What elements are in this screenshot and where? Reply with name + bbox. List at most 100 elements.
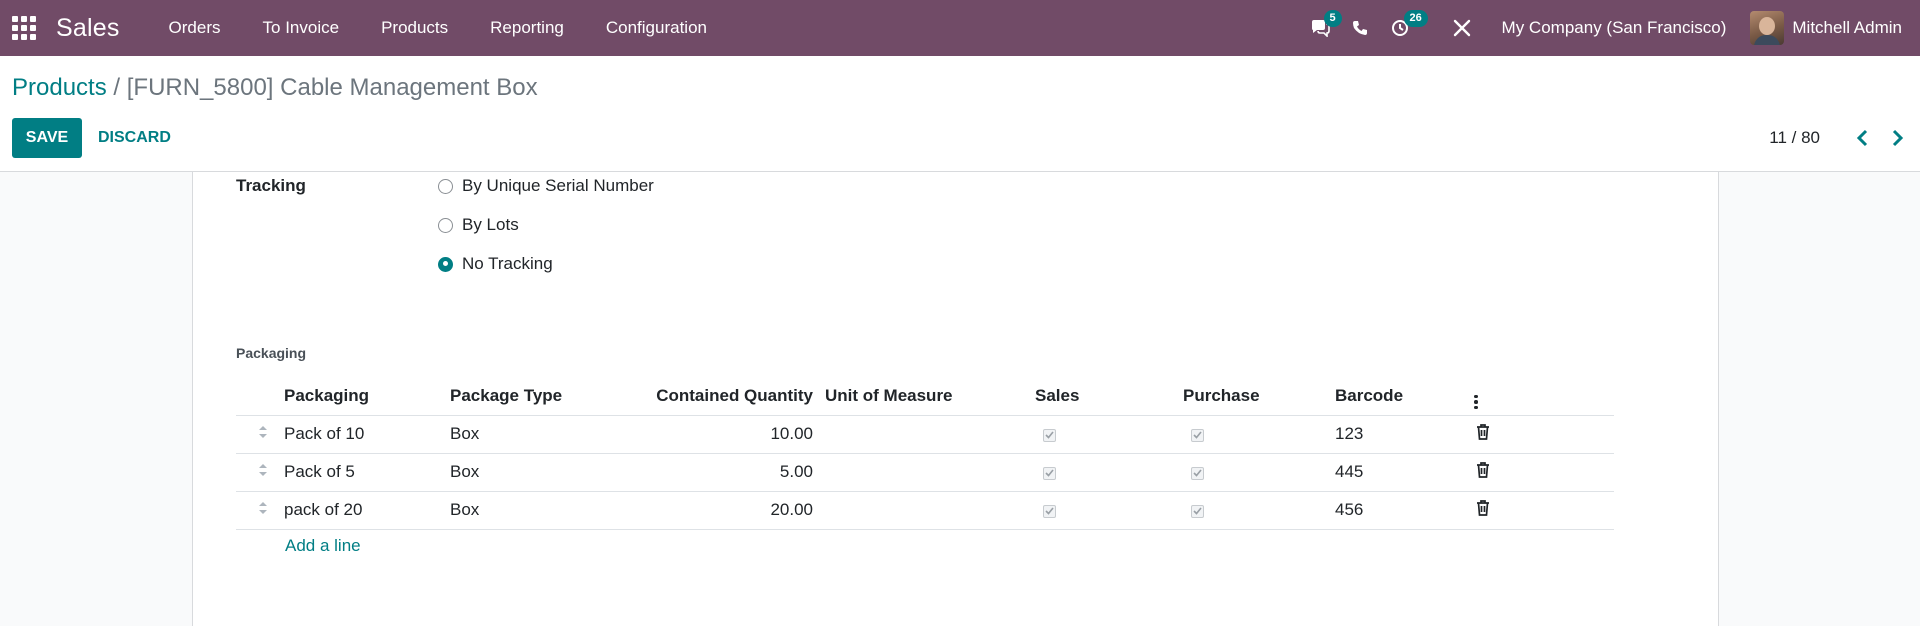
- form-content: Tracking By Unique Serial Number By Lots…: [0, 172, 1920, 626]
- sales-checkbox[interactable]: [1043, 428, 1056, 442]
- column-unit-of-measure[interactable]: Unit of Measure: [819, 378, 1029, 416]
- sales-checkbox[interactable]: [1043, 504, 1056, 518]
- trash-icon[interactable]: [1476, 423, 1490, 440]
- menu-configuration[interactable]: Configuration: [585, 0, 728, 56]
- purchase-cell: [1177, 415, 1329, 454]
- tracking-option-lots-label: By Lots: [462, 215, 519, 234]
- tracking-option-none[interactable]: No Tracking: [438, 254, 553, 274]
- uom-cell[interactable]: [819, 491, 1029, 530]
- table-row[interactable]: Pack of 10 Box 10.00 123: [236, 415, 1614, 454]
- delete-cell: [1464, 453, 1614, 492]
- column-packaging[interactable]: Packaging: [278, 378, 444, 416]
- user-avatar: [1750, 11, 1785, 45]
- user-menu[interactable]: Mitchell Admin: [1750, 11, 1920, 45]
- uom-cell[interactable]: [819, 453, 1029, 492]
- drag-handle-icon[interactable]: [258, 463, 268, 477]
- row-handle-cell: [236, 491, 278, 530]
- purchase-checkbox[interactable]: [1191, 428, 1204, 442]
- purchase-checkbox[interactable]: [1191, 504, 1204, 518]
- menu-reporting[interactable]: Reporting: [469, 0, 585, 56]
- activities-count-badge: 26: [1403, 10, 1428, 27]
- chevron-left-icon: [1856, 129, 1868, 147]
- handle-column-header: [236, 378, 278, 416]
- barcode-cell[interactable]: 456: [1329, 491, 1464, 530]
- tracking-option-lots[interactable]: By Lots: [438, 215, 519, 235]
- systray: 5 26 My Company (San Francisco) Mitchell…: [1300, 0, 1920, 56]
- apps-menu-icon[interactable]: [12, 16, 36, 40]
- company-switcher[interactable]: My Company (San Francisco): [1482, 18, 1751, 38]
- barcode-cell[interactable]: 445: [1329, 453, 1464, 492]
- purchase-cell: [1177, 491, 1329, 530]
- user-name: Mitchell Admin: [1792, 18, 1902, 37]
- discard-button[interactable]: DISCARD: [98, 118, 171, 158]
- packaging-table: Packaging Package Type Contained Quantit…: [236, 378, 1614, 530]
- package-type-cell[interactable]: Box: [444, 453, 649, 492]
- delete-cell: [1464, 491, 1614, 530]
- radio-no-tracking[interactable]: [438, 256, 453, 272]
- phone-button[interactable]: [1340, 0, 1380, 56]
- app-name[interactable]: Sales: [56, 14, 120, 43]
- tracking-option-serial-label: By Unique Serial Number: [462, 176, 654, 195]
- contained-quantity-cell[interactable]: 20.00: [649, 491, 819, 530]
- tools-icon: [1453, 19, 1470, 37]
- packaging-name-cell[interactable]: Pack of 5: [278, 453, 444, 492]
- sales-checkbox[interactable]: [1043, 466, 1056, 480]
- trash-icon[interactable]: [1476, 499, 1490, 516]
- column-barcode[interactable]: Barcode: [1329, 378, 1464, 416]
- packaging-section-title: Packaging: [236, 345, 307, 361]
- purchase-cell: [1177, 453, 1329, 492]
- tracking-label: Tracking: [236, 176, 306, 195]
- packaging-table-header: Packaging Package Type Contained Quantit…: [236, 378, 1614, 416]
- pager: 11 / 80: [1769, 118, 1920, 158]
- uom-cell[interactable]: [819, 415, 1029, 454]
- optional-columns-header: [1464, 378, 1614, 416]
- table-row[interactable]: Pack of 5 Box 5.00 445: [236, 453, 1614, 492]
- column-purchase[interactable]: Purchase: [1177, 378, 1329, 416]
- menu-to-invoice[interactable]: To Invoice: [242, 0, 361, 56]
- row-handle-cell: [236, 415, 278, 454]
- package-type-cell[interactable]: Box: [444, 415, 649, 454]
- packaging-name-cell[interactable]: pack of 20: [278, 491, 444, 530]
- column-package-type[interactable]: Package Type: [444, 378, 649, 416]
- drag-handle-icon[interactable]: [258, 501, 268, 515]
- column-contained-quantity[interactable]: Contained Quantity: [649, 378, 819, 416]
- purchase-checkbox[interactable]: [1191, 466, 1204, 480]
- messages-button[interactable]: 5: [1300, 0, 1342, 56]
- trash-icon[interactable]: [1476, 461, 1490, 478]
- delete-cell: [1464, 415, 1614, 454]
- contained-quantity-cell[interactable]: 10.00: [649, 415, 819, 454]
- form-sheet: Tracking By Unique Serial Number By Lots…: [192, 172, 1719, 626]
- breadcrumb-current: [FURN_5800] Cable Management Box: [126, 74, 538, 101]
- pager-previous-button[interactable]: [1844, 118, 1880, 158]
- radio-serial[interactable]: [438, 178, 453, 194]
- barcode-cell[interactable]: 123: [1329, 415, 1464, 454]
- phone-icon: [1352, 21, 1367, 35]
- row-handle-cell: [236, 453, 278, 492]
- pager-value[interactable]: 11 / 80: [1769, 128, 1820, 148]
- package-type-cell[interactable]: Box: [444, 491, 649, 530]
- tracking-option-none-label: No Tracking: [462, 254, 553, 273]
- control-panel: Products / [FURN_5800] Cable Management …: [0, 56, 1920, 172]
- top-navbar: Sales Orders To Invoice Products Reporti…: [0, 0, 1920, 56]
- pager-next-button[interactable]: [1880, 118, 1916, 158]
- packaging-name-cell[interactable]: Pack of 10: [278, 415, 444, 454]
- sales-cell: [1029, 453, 1177, 492]
- activities-button[interactable]: 26: [1380, 0, 1428, 56]
- table-row[interactable]: pack of 20 Box 20.00 456: [236, 491, 1614, 530]
- radio-lots[interactable]: [438, 217, 453, 233]
- chevron-right-icon: [1892, 129, 1904, 147]
- add-a-line-link[interactable]: Add a line: [285, 536, 361, 556]
- breadcrumb-products-link[interactable]: Products: [12, 74, 107, 101]
- debug-tools-button[interactable]: [1442, 0, 1482, 56]
- column-sales[interactable]: Sales: [1029, 378, 1177, 416]
- tracking-option-serial[interactable]: By Unique Serial Number: [438, 176, 654, 196]
- breadcrumb-separator: /: [113, 74, 121, 101]
- save-button[interactable]: SAVE: [12, 118, 82, 158]
- sales-cell: [1029, 415, 1177, 454]
- menu-orders[interactable]: Orders: [148, 0, 242, 56]
- menu-products[interactable]: Products: [360, 0, 469, 56]
- optional-columns-kebab-icon[interactable]: [1474, 394, 1478, 410]
- drag-handle-icon[interactable]: [258, 425, 268, 439]
- sales-cell: [1029, 491, 1177, 530]
- contained-quantity-cell[interactable]: 5.00: [649, 453, 819, 492]
